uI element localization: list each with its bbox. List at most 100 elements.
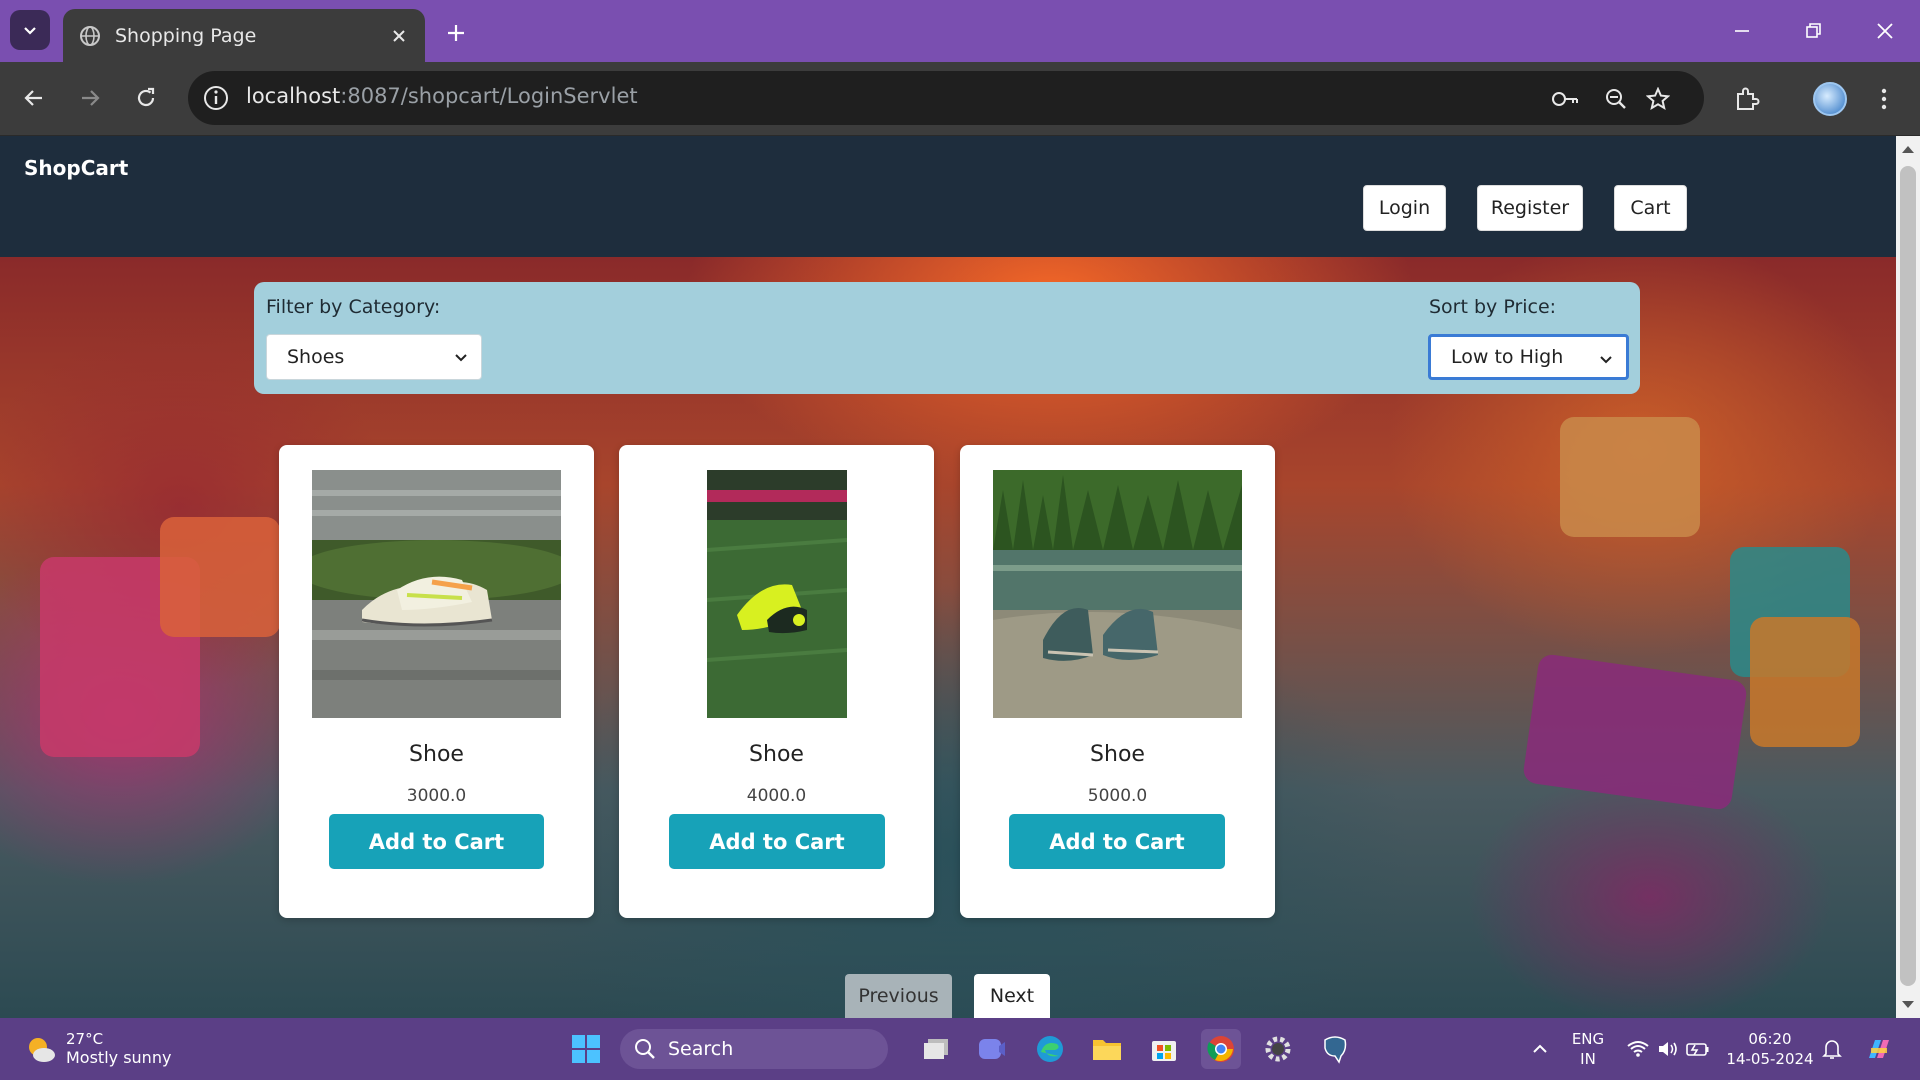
product-image[interactable] (312, 470, 561, 718)
address-bar[interactable]: localhost:8087/shopcart/LoginServlet (188, 71, 1704, 125)
close-window-button[interactable] (1865, 14, 1905, 48)
product-card: Shoe 3000.0 Add to Cart (279, 445, 594, 918)
sort-price-label: Sort by Price: (1429, 296, 1557, 318)
zoom-button[interactable] (1601, 84, 1631, 114)
url-path: :8087/shopcart/LoginServlet (340, 84, 638, 108)
task-view-icon (924, 1039, 948, 1059)
product-name: Shoe (749, 742, 804, 767)
zoom-out-icon (1606, 89, 1626, 109)
background-box (1560, 417, 1700, 537)
weather-widget[interactable]: 27°C Mostly sunny (24, 1030, 171, 1068)
previous-page-button[interactable]: Previous (845, 974, 952, 1018)
browser-tab[interactable]: Shopping Page (63, 9, 425, 62)
minimize-button[interactable] (1722, 14, 1762, 48)
globe-icon (80, 25, 100, 46)
weather-temperature: 27°C (66, 1030, 104, 1048)
taskbar-search[interactable]: Search (620, 1029, 888, 1069)
star-icon (1646, 87, 1670, 111)
bookmark-button[interactable] (1643, 84, 1673, 114)
more-vertical-icon (1881, 88, 1887, 110)
product-image[interactable] (707, 470, 847, 718)
battery-button[interactable] (1678, 1029, 1718, 1069)
taskbar: 27°C Mostly sunny Search ENG IN 06:20 14… (0, 1018, 1920, 1080)
category-select[interactable]: Shoes (266, 334, 482, 380)
add-to-cart-button[interactable]: Add to Cart (329, 814, 544, 869)
clock[interactable]: 06:20 14-05-2024 (1720, 1029, 1820, 1069)
file-explorer-button[interactable] (1087, 1029, 1127, 1069)
video-chat-icon (979, 1039, 1005, 1059)
close-tab-icon[interactable] (389, 26, 409, 46)
chevron-up-icon (1533, 1044, 1547, 1053)
extensions-button[interactable] (1727, 79, 1767, 119)
site-header: ShopCart Login Register Cart (0, 136, 1896, 257)
close-icon (1877, 23, 1893, 39)
region-code: IN (1580, 1050, 1596, 1068)
minimize-icon (1735, 30, 1749, 32)
browser-tab-bar: Shopping Page (0, 0, 1920, 62)
restore-button[interactable] (1793, 14, 1833, 48)
teams-button[interactable] (972, 1029, 1012, 1069)
scrollbar-thumb[interactable] (1900, 166, 1916, 986)
forward-button[interactable] (72, 80, 108, 116)
product-price: 3000.0 (406, 786, 467, 806)
copilot-button[interactable] (1858, 1029, 1898, 1069)
start-button[interactable] (566, 1029, 606, 1069)
partly-sunny-icon (29, 1038, 55, 1062)
back-button[interactable] (16, 80, 52, 116)
sort-select-value: Low to High (1451, 346, 1564, 368)
arrow-right-icon (82, 90, 100, 106)
sort-price-select[interactable]: Low to High (1428, 334, 1629, 380)
page-scrollbar[interactable] (1896, 136, 1920, 1018)
next-page-button[interactable]: Next (974, 974, 1050, 1018)
register-button[interactable]: Register (1477, 185, 1583, 231)
puzzle-icon (1737, 87, 1760, 110)
brand-logo[interactable]: ShopCart (24, 156, 128, 180)
product-name: Shoe (409, 742, 464, 767)
product-name: Shoe (1090, 742, 1145, 767)
edge-button[interactable] (1030, 1029, 1070, 1069)
notifications-button[interactable] (1812, 1029, 1852, 1069)
product-price: 5000.0 (1087, 786, 1148, 806)
folder-icon (1093, 1040, 1121, 1060)
battery-icon (1686, 1043, 1709, 1056)
product-card: Shoe 5000.0 Add to Cart (960, 445, 1275, 918)
key-icon (1552, 92, 1578, 106)
login-button[interactable]: Login (1363, 185, 1446, 231)
copilot-icon (1869, 1040, 1889, 1058)
url-text[interactable]: localhost:8087/shopcart/LoginServlet (246, 84, 638, 108)
product-card: Shoe 4000.0 Add to Cart (619, 445, 934, 918)
wifi-icon (1627, 1041, 1649, 1057)
show-hidden-icons-button[interactable] (1520, 1029, 1560, 1069)
search-icon (635, 1039, 655, 1059)
product-image[interactable] (993, 470, 1242, 718)
category-select-value: Shoes (287, 346, 345, 368)
scroll-down-icon[interactable] (1902, 1001, 1914, 1008)
speaker-icon (1659, 1042, 1677, 1056)
cart-button[interactable]: Cart (1614, 185, 1687, 231)
taskbar-search-label: Search (668, 1038, 734, 1060)
password-key-button[interactable] (1550, 84, 1580, 114)
tab-search-button[interactable] (10, 10, 50, 50)
new-tab-button[interactable] (440, 17, 472, 49)
edge-icon (1037, 1036, 1063, 1062)
scroll-up-icon[interactable] (1902, 146, 1914, 153)
browser-menu-button[interactable] (1864, 79, 1904, 119)
add-to-cart-button[interactable]: Add to Cart (1009, 814, 1225, 869)
browser-toolbar: localhost:8087/shopcart/LoginServlet (0, 62, 1920, 136)
chrome-button[interactable] (1201, 1029, 1241, 1069)
chevron-down-icon (24, 27, 36, 35)
add-to-cart-button[interactable]: Add to Cart (669, 814, 885, 869)
reload-icon (137, 87, 155, 107)
site-info-icon[interactable] (202, 84, 230, 112)
elephant-icon (1324, 1036, 1347, 1064)
weather-condition: Mostly sunny (66, 1048, 172, 1067)
gear-icon (1265, 1036, 1291, 1062)
task-view-button[interactable] (916, 1029, 956, 1069)
microsoft-store-button[interactable] (1144, 1029, 1184, 1069)
reload-button[interactable] (128, 80, 164, 116)
postgres-button[interactable] (1315, 1029, 1355, 1069)
language-indicator[interactable]: ENG IN (1568, 1029, 1608, 1069)
profile-avatar[interactable] (1813, 82, 1847, 116)
arrow-left-icon (24, 90, 42, 106)
settings-app-button[interactable] (1258, 1029, 1298, 1069)
